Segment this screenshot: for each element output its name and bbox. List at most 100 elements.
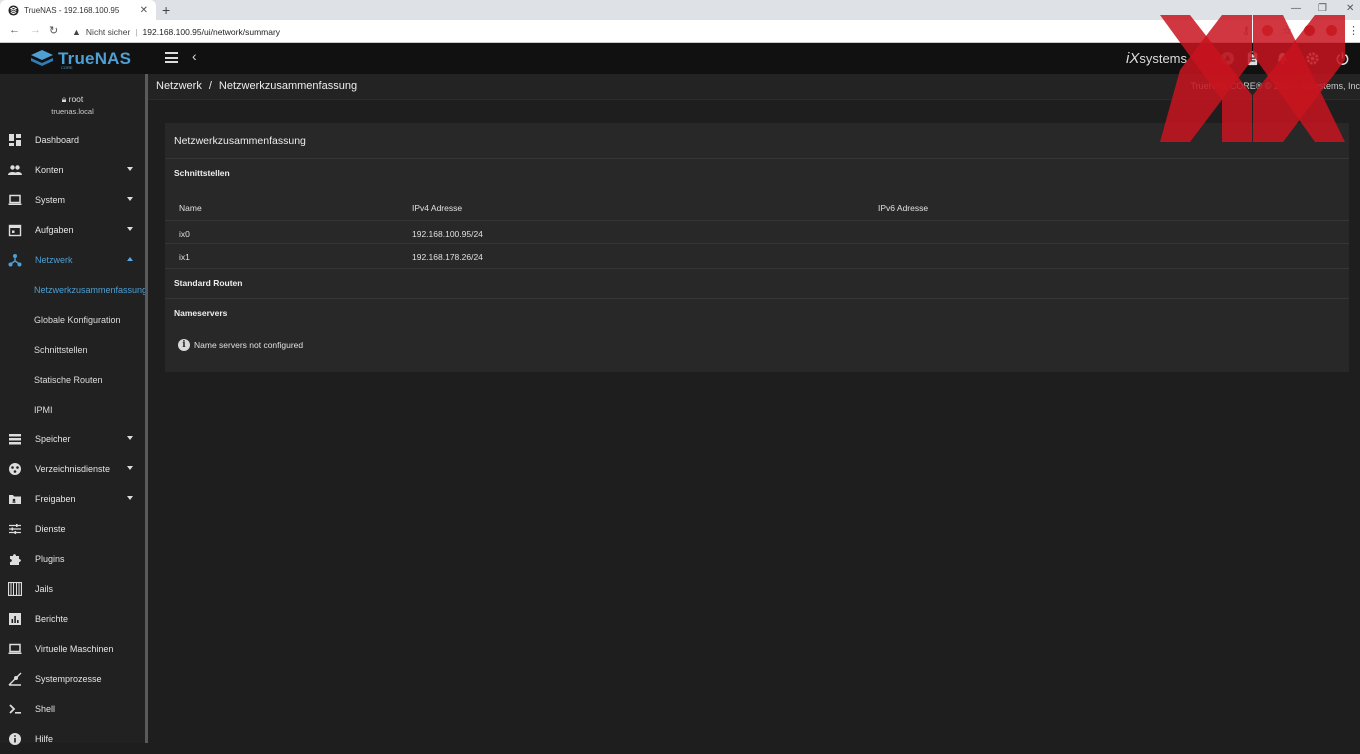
divider [165,268,1349,269]
sidebar-item-berichte[interactable]: Berichte [0,604,145,634]
sidebar-item-aufgaben[interactable]: Aufgaben [0,215,145,245]
browser-menu-icon[interactable]: ⋮ [1348,24,1359,37]
expand-caret-icon [127,496,133,500]
sidebar-item-label: Verzeichnisdienste [35,464,111,474]
power-icon[interactable] [1335,51,1350,66]
sidebar-item-dienste[interactable]: Dienste [0,514,145,544]
divider [165,298,1349,299]
browser-address-bar: ← → ↻ ▲ Nicht sicher | 192.168.100.95/ui… [0,20,1360,43]
sidebar-item-systemprozesse[interactable]: Systemprozesse [0,664,145,694]
profile-avatar-icon[interactable] [1326,25,1337,36]
sidebar-subitem-ipmi[interactable]: IPMI [0,395,145,425]
collapse-chevron-icon[interactable]: ‹ [192,48,197,64]
table-header-divider [165,220,1349,221]
sidebar-item-hilfe[interactable]: Hilfe [0,724,145,754]
shell-icon [9,704,21,714]
bell-icon[interactable] [1275,51,1290,66]
security-label[interactable]: Nicht sicher [86,27,130,37]
minimize-icon[interactable]: — [1291,3,1301,14]
dashboard-icon [9,134,21,146]
close-tab-icon[interactable]: ✕ [140,5,148,16]
section-title-nameservers: Nameservers [174,308,228,318]
clipboard-icon[interactable] [1245,51,1260,66]
sidebar-item-speicher[interactable]: Speicher [0,424,145,454]
sidebar-subitem-label: Globale Konfiguration [34,315,121,325]
system-icon [8,194,22,205]
sidebar-item-label: Dashboard [35,135,80,145]
user-name: root [68,94,84,104]
sidebar-item-system[interactable]: System [0,185,145,215]
vm-icon [8,643,22,654]
browser-tab[interactable]: TrueNAS - 192.168.100.95 ✕ [0,0,156,20]
expand-caret-icon [127,197,133,201]
sidebar-item-jails[interactable]: Jails [0,574,145,604]
sidebar-item-label: Konten [35,165,64,175]
blocked-icon[interactable] [1262,25,1273,36]
url-field[interactable]: ▲ Nicht sicher | 192.168.100.95/ui/netwo… [72,24,280,39]
url-separator: | [135,26,138,37]
ixsystems-logo-systems: systems [1139,51,1188,66]
services-icon [9,524,21,534]
plugins-icon [10,554,21,565]
sidebar-scrollbar[interactable] [145,74,148,743]
accounts-icon [8,165,22,175]
ixsystems-logo[interactable]: iXsystems [1126,50,1187,67]
interface-ipv4-cell: 192.168.178.26/24 [412,252,483,262]
sidebar-item-konten[interactable]: Konten [0,155,145,185]
tasks-icon [8,224,22,237]
sidebar-item-label: Freigaben [35,494,76,504]
sidebar-item-label: Plugins [35,554,65,564]
host-name: truenas.local [51,107,94,116]
sidebar-item-label: Virtuelle Maschinen [35,644,114,654]
window-close-icon[interactable]: ✕ [1346,3,1354,14]
sidebar-subitem-globale-konfiguration[interactable]: Globale Konfiguration [0,305,145,335]
sidebar-item-label: Jails [35,584,54,594]
new-tab-button[interactable]: + [162,2,170,18]
nameservers-empty-message: Name servers not configured [194,340,304,350]
shares-icon [9,495,21,504]
storage-icon [9,434,21,445]
truenas-logo[interactable]: TrueNAS CORE [30,49,131,70]
sidebar-subitem-statische-routen[interactable]: Statische Routen [0,365,145,395]
restore-icon[interactable]: ❐ [1318,3,1327,14]
ixsystems-logo-ix: iX [1126,50,1140,67]
breadcrumb-separator: / [208,80,212,92]
breadcrumb-parent[interactable]: Netzwerk [156,80,202,92]
sidebar-item-shell[interactable]: Shell [0,694,145,724]
sidebar-subitem-label: Netzwerkzusammenfassung [34,285,148,295]
sidebar-subitem-netzwerkzusammenfassung[interactable]: Netzwerkzusammenfassung [0,275,148,305]
sidebar-item-label: Netzwerk [35,255,73,265]
sidebar-subitem-schnittstellen[interactable]: Schnittstellen [0,335,145,365]
sidebar-item-verzeichnisdienste[interactable]: Verzeichnisdienste [0,454,145,484]
truecommand-icon[interactable] [1220,51,1235,66]
info-icon: i [178,339,190,351]
truenas-favicon-icon [8,4,19,16]
breadcrumb: Netzwerk / Netzwerkzusammenfassung [156,80,357,92]
interface-name-cell: ix0 [179,229,190,239]
sidebar-item-label: Shell [35,704,56,714]
sidebar-item-plugins[interactable]: Plugins [0,544,145,574]
sidebar-item-freigaben[interactable]: Freigaben [0,484,145,514]
url-text[interactable]: 192.168.100.95/ui/network/summary [143,27,281,37]
reload-icon[interactable]: ↻ [49,24,58,37]
menu-toggle-icon[interactable] [165,52,178,66]
key-icon[interactable]: ⚷ [1242,24,1250,37]
sidebar-item-dashboard[interactable]: Dashboard [0,125,145,155]
divider [165,158,1349,159]
browser-tab-bar: TrueNAS - 192.168.100.95 ✕ + — ❐ ✕ [0,0,1360,20]
sidebar-item-virtuelle-maschinen[interactable]: Virtuelle Maschinen [0,634,145,664]
gear-icon[interactable] [1305,51,1320,66]
back-arrow-icon[interactable]: ← [9,24,20,36]
sidebar-item-label: System [35,195,66,205]
bookmark-star-icon[interactable]: ☆ [1282,24,1292,37]
column-header-ipv6: IPv6 Adresse [878,203,929,213]
extension-icon[interactable] [1304,25,1315,36]
directory-services-icon [9,463,21,475]
expand-caret-icon [127,227,133,231]
forward-arrow-icon[interactable]: → [30,24,41,36]
expand-caret-icon [127,466,133,470]
sidebar-item-netzwerk[interactable]: Netzwerk [0,245,145,275]
sidebar-subitem-label: Statische Routen [34,375,103,385]
sidebar-subitem-label: Schnittstellen [34,345,88,355]
warning-triangle-icon: ▲ [72,26,81,37]
